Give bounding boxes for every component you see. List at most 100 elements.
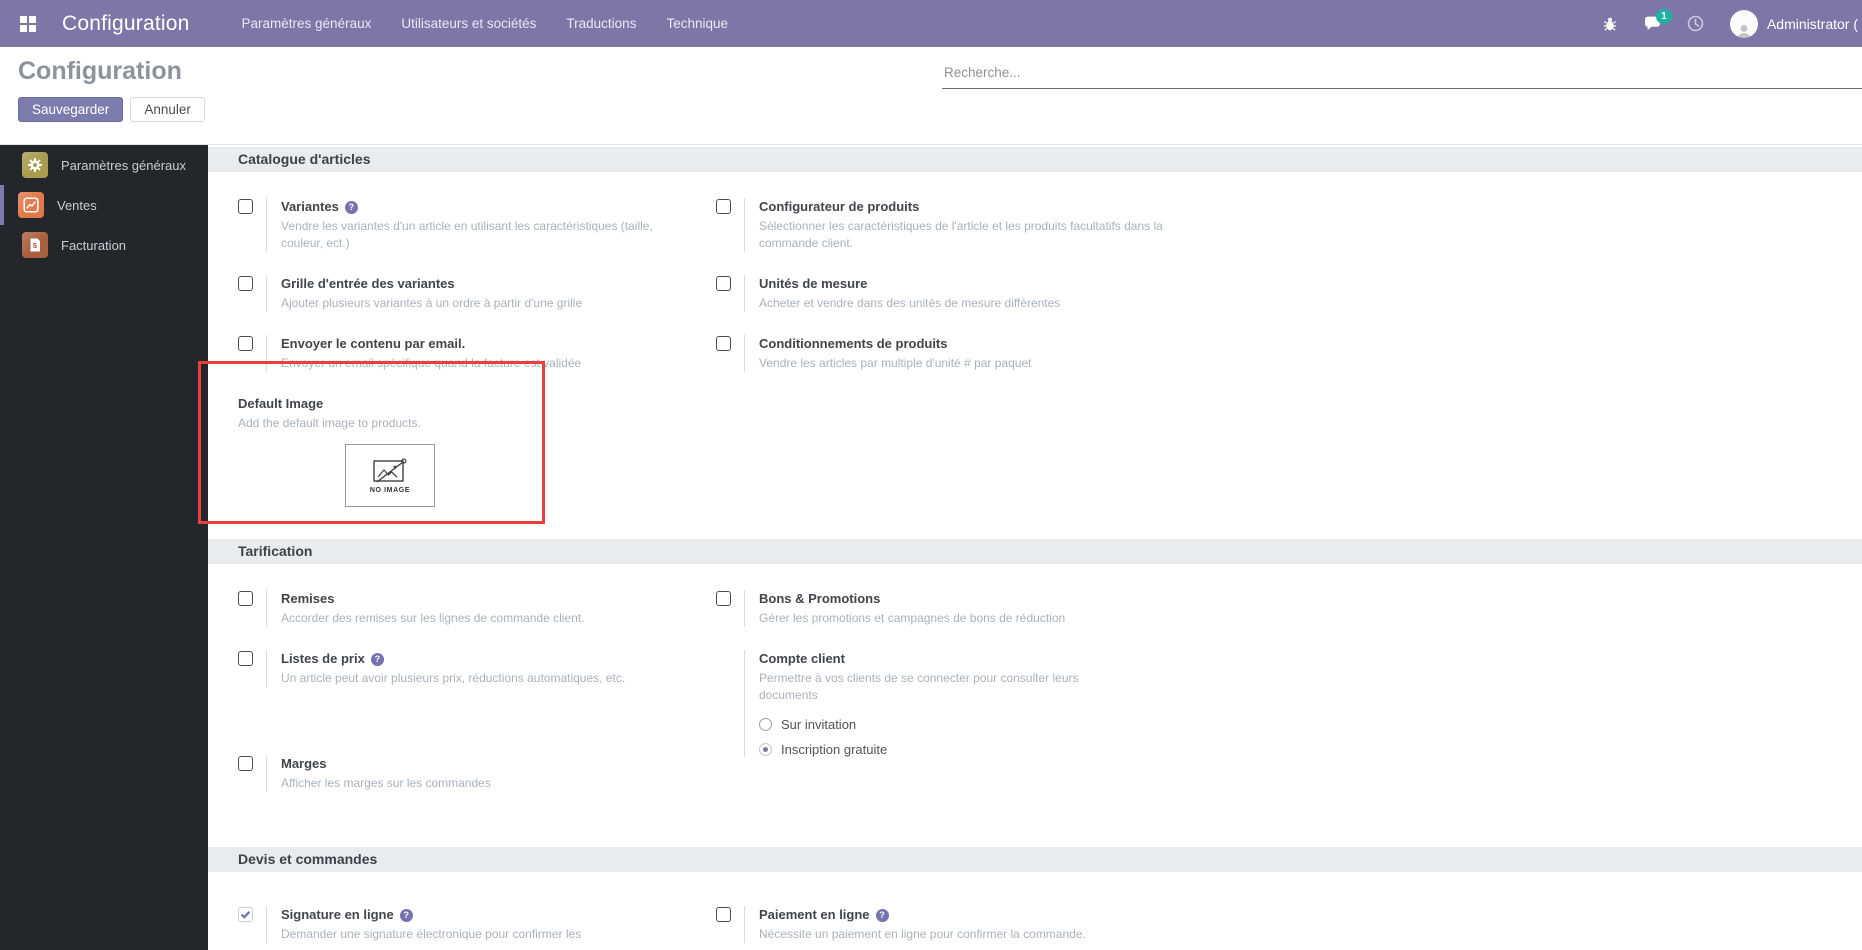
menu-item-traductions[interactable]: Traductions [566, 16, 636, 31]
setting-desc: Envoyer un email spécifique quand la fac… [281, 356, 582, 370]
messages-count-badge: 1 [1655, 9, 1672, 24]
no-image-icon [373, 458, 407, 483]
avatar [1729, 9, 1758, 38]
setting-label: Configurateur de produits [759, 199, 920, 214]
settings-sidebar: Paramètres généraux Ventes $ Facturation [0, 145, 208, 950]
setting-unites-mesure: Unités de mesure Acheter et vendre dans … [716, 275, 1256, 312]
sidebar-item-label: Facturation [61, 237, 127, 253]
sidebar-item-facturation[interactable]: $ Facturation [0, 225, 208, 265]
user-name: Administrator ( [1766, 15, 1858, 32]
setting-label: Unités de mesure [759, 276, 868, 291]
checkbox-marges[interactable] [238, 756, 253, 771]
section-header-devis-commandes: Devis et commandes [208, 847, 1862, 872]
activities-clock-icon[interactable] [1687, 15, 1704, 32]
sidebar-item-label: Ventes [57, 197, 97, 213]
setting-configurateur: Configurateur de produits Sélectionner l… [716, 198, 1256, 252]
setting-desc: Un article peut avoir plusieurs prix, ré… [281, 671, 626, 685]
checkbox-paiement[interactable] [716, 907, 731, 922]
topbar-right: 1 Administrator ( [1602, 9, 1862, 38]
apps-menu-icon[interactable] [20, 15, 36, 32]
help-icon[interactable] [370, 652, 384, 666]
top-menu: Paramètres généraux Utilisateurs et soci… [242, 16, 728, 31]
checkbox-remises[interactable] [238, 591, 253, 606]
radio-icon[interactable] [759, 718, 772, 731]
setting-label: Default Image [238, 396, 324, 411]
divider [744, 650, 745, 757]
top-navbar: Configuration Paramètres généraux Utilis… [0, 0, 1862, 47]
setting-desc: Gérer les promotions et campagnes de bon… [759, 611, 1066, 625]
messages-icon[interactable]: 1 [1644, 9, 1672, 31]
divider [744, 198, 745, 252]
setting-paiement-en-ligne: Paiement en ligne Nécessite un paiement … [716, 906, 1256, 943]
setting-label: Variantes [281, 199, 339, 214]
radio-inscription-gratuite[interactable]: Inscription gratuite [759, 742, 1104, 757]
setting-marges: Marges Afficher les marges sur les comma… [238, 755, 716, 792]
divider [266, 590, 267, 627]
setting-label: Conditionnements de produits [759, 336, 948, 351]
checkbox-signature[interactable] [238, 907, 253, 922]
divider [266, 650, 267, 687]
setting-desc: Ajouter plusieurs variantes à un ordre à… [281, 296, 583, 310]
setting-listes-de-prix: Listes de prix Un article peut avoir plu… [238, 650, 716, 687]
sidebar-item-label: Paramètres généraux [61, 157, 187, 173]
setting-bons-promotions: Bons & Promotions Gérer les promotions e… [716, 590, 1256, 627]
setting-label: Envoyer le contenu par email. [281, 336, 466, 351]
checkbox-conditionnements[interactable] [716, 336, 731, 351]
menu-item-utilisateurs-societes[interactable]: Utilisateurs et sociétés [401, 16, 536, 31]
settings-content: Catalogue d'articles Variantes Vendre le… [198, 145, 1862, 950]
setting-desc: Acheter et vendre dans des unités de mes… [759, 296, 1061, 310]
bug-icon[interactable] [1602, 16, 1618, 32]
setting-conditionnements: Conditionnements de produits Vendre les … [716, 335, 1256, 372]
divider [744, 590, 745, 627]
setting-desc: Vendre les articles par multiple d'unité… [759, 356, 1032, 370]
help-icon[interactable] [344, 200, 358, 214]
section-header-catalogue: Catalogue d'articles [208, 147, 1862, 172]
setting-label: Marges [281, 756, 327, 771]
checkbox-grille[interactable] [238, 276, 253, 291]
setting-envoyer-email: Envoyer le contenu par email. Envoyer un… [238, 335, 716, 372]
checkbox-envoyer-email[interactable] [238, 336, 253, 351]
menu-item-parametres-generaux[interactable]: Paramètres généraux [242, 16, 372, 31]
default-image-upload[interactable]: NO IMAGE [345, 444, 435, 507]
checkbox-unites[interactable] [716, 276, 731, 291]
setting-label: Listes de prix [281, 651, 365, 666]
user-menu[interactable]: Administrator ( [1729, 9, 1858, 38]
divider [744, 335, 745, 372]
divider [744, 275, 745, 312]
save-button[interactable]: Sauvegarder [18, 97, 124, 122]
setting-desc: Add the default image to products. [238, 416, 421, 430]
help-icon[interactable] [399, 908, 413, 922]
help-icon[interactable] [875, 908, 889, 922]
control-panel: Configuration Sauvegarder Annuler [0, 47, 1862, 145]
checkbox-bons-promotions[interactable] [716, 591, 731, 606]
checkbox-variantes[interactable] [238, 199, 253, 214]
search-input[interactable] [942, 63, 1862, 89]
radio-icon[interactable] [759, 743, 772, 756]
setting-signature-en-ligne: Signature en ligne Demander une signatur… [238, 906, 716, 943]
checkbox-configurateur[interactable] [716, 199, 731, 214]
setting-label: Grille d'entrée des variantes [281, 276, 455, 291]
setting-desc: Accorder des remises sur les lignes de c… [281, 611, 585, 625]
sidebar-item-parametres-generaux[interactable]: Paramètres généraux [0, 145, 208, 185]
divider [266, 906, 267, 943]
setting-desc: Sélectionner les caractéristiques de l'a… [759, 219, 1163, 250]
odoo-settings-page: Configuration Paramètres généraux Utilis… [0, 0, 1862, 950]
cancel-button[interactable]: Annuler [130, 97, 205, 122]
setting-remises: Remises Accorder des remises sur les lig… [238, 590, 716, 627]
radio-sur-invitation[interactable]: Sur invitation [759, 717, 1104, 732]
invoice-icon: $ [22, 232, 48, 258]
sales-chart-icon [18, 192, 44, 218]
radio-label: Inscription gratuite [781, 742, 888, 757]
setting-compte-client: Compte client Permettre à vos clients de… [716, 650, 1256, 757]
no-image-text: NO IMAGE [369, 487, 411, 494]
compte-client-options: Sur invitation Inscription gratuite [759, 717, 1104, 757]
setting-label: Paiement en ligne [759, 907, 870, 922]
radio-label: Sur invitation [781, 717, 857, 732]
sidebar-item-ventes[interactable]: Ventes [0, 185, 208, 225]
app-title[interactable]: Configuration [62, 12, 190, 36]
gear-icon [22, 152, 48, 178]
menu-item-technique[interactable]: Technique [666, 16, 728, 31]
divider [744, 906, 745, 943]
setting-desc: Nécessite un paiement en ligne pour conf… [759, 927, 1086, 941]
checkbox-listes-prix[interactable] [238, 651, 253, 666]
